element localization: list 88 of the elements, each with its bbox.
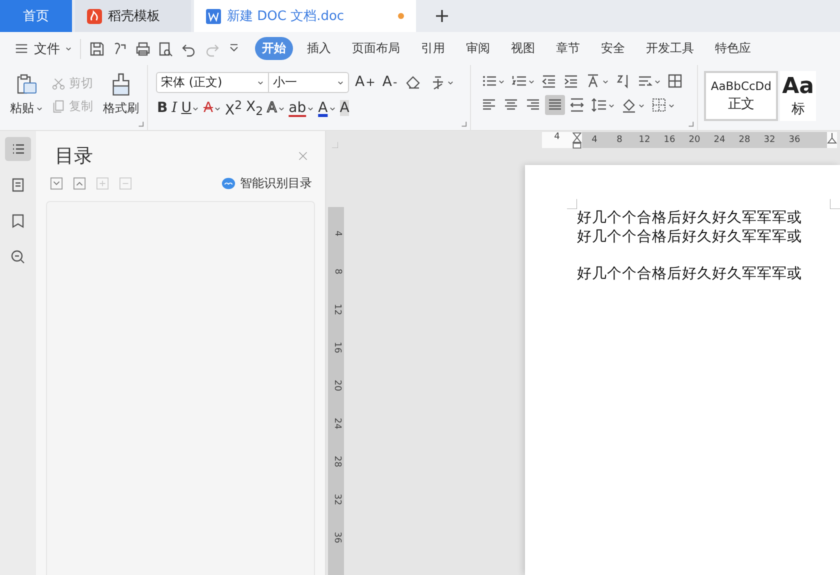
caret-icon bbox=[654, 78, 662, 84]
dialog-launcher-icon bbox=[687, 120, 694, 127]
font-size-field[interactable]: 小一 bbox=[269, 72, 349, 92]
caret-icon bbox=[36, 105, 43, 112]
caret-icon bbox=[668, 102, 676, 108]
increase-indent-icon bbox=[563, 73, 580, 89]
format-button[interactable]: ab bbox=[288, 97, 316, 119]
document-icon bbox=[10, 177, 26, 193]
menu-icon bbox=[14, 41, 29, 56]
format-button[interactable]: A bbox=[202, 97, 222, 119]
format-button[interactable]: B bbox=[156, 97, 169, 119]
sidebar-button[interactable] bbox=[5, 137, 31, 161]
plus-icon bbox=[435, 9, 449, 23]
file-menu[interactable]: 文件 bbox=[14, 40, 72, 58]
horizontal-ruler: 4 4 8 12 16 20 24 28 32 36 bbox=[542, 132, 837, 148]
style-preset[interactable]: Aa 标 bbox=[780, 71, 816, 121]
line-spacing-icon bbox=[591, 97, 608, 113]
tab-stop-icon bbox=[332, 142, 338, 148]
format-button[interactable]: A bbox=[338, 97, 350, 119]
caret-icon bbox=[638, 102, 646, 108]
format-button[interactable]: X$^{2}$ bbox=[224, 97, 244, 119]
ribbon-tab[interactable]: 插入 bbox=[300, 37, 338, 60]
caret-icon bbox=[447, 78, 454, 86]
format-button[interactable]: X$_{2}$ bbox=[245, 97, 264, 119]
caret-icon bbox=[257, 78, 264, 86]
format-button[interactable]: U bbox=[180, 97, 200, 119]
format-button[interactable]: I bbox=[170, 97, 178, 119]
save-icon[interactable] bbox=[89, 40, 105, 56]
distributed-align-icon bbox=[569, 97, 586, 113]
caret-icon bbox=[498, 78, 506, 84]
vertical-ruler: 4 8 12 16 20 24 28 32 36 bbox=[328, 207, 344, 575]
panel-title: 目录 bbox=[55, 144, 93, 169]
scissors-icon bbox=[51, 76, 66, 91]
shading-icon bbox=[621, 97, 638, 113]
align-button[interactable] bbox=[545, 95, 566, 115]
ribbon-tab[interactable]: 引用 bbox=[414, 37, 452, 60]
table-icon bbox=[667, 73, 684, 89]
caret-icon bbox=[278, 104, 285, 112]
ribbon-tab[interactable]: 安全 bbox=[594, 37, 632, 60]
flame-icon bbox=[87, 8, 102, 24]
tab[interactable]: 首页 bbox=[0, 0, 72, 32]
dialog-launcher-icon bbox=[137, 120, 144, 127]
caret-icon bbox=[65, 45, 72, 52]
clear-format-icon bbox=[405, 74, 422, 90]
w-document-icon bbox=[206, 8, 221, 24]
format-button[interactable]: A bbox=[266, 97, 286, 119]
ribbon-tab[interactable]: 页面布局 bbox=[345, 37, 407, 60]
caret-icon bbox=[214, 104, 222, 112]
cloud-icon bbox=[221, 176, 236, 191]
font-name-field[interactable]: 宋体 (正文) bbox=[156, 72, 269, 92]
caret-icon bbox=[192, 104, 200, 112]
ribbon-tab[interactable]: 特色应 bbox=[708, 37, 758, 60]
right-indent-marker-icon bbox=[827, 132, 837, 144]
caret-icon bbox=[608, 102, 616, 108]
bookmark-icon bbox=[10, 213, 26, 229]
expand-icon[interactable] bbox=[50, 177, 63, 190]
paragraph: 好几个个合格后好久好久军军军或 bbox=[577, 209, 803, 228]
caret-icon bbox=[602, 78, 610, 84]
paragraph: 好几个个合格后好久好久军军军或 bbox=[577, 228, 803, 247]
ribbon-tab[interactable]: 视图 bbox=[504, 37, 542, 60]
ribbon-tab[interactable]: 审阅 bbox=[459, 37, 497, 60]
paragraph: 好几个个合格后好久好久军军军或 bbox=[577, 265, 803, 284]
tab[interactable]: 稻壳模板 bbox=[75, 0, 191, 32]
caret-icon bbox=[337, 78, 344, 86]
format-painter-icon[interactable] bbox=[112, 40, 128, 56]
margin-corner-icon bbox=[567, 199, 577, 209]
copy-icon bbox=[51, 99, 66, 114]
ribbon-tab[interactable]: 章节 bbox=[549, 37, 587, 60]
ribbon-tab[interactable]: 开发工具 bbox=[639, 37, 701, 60]
print-icon[interactable] bbox=[135, 40, 151, 56]
bullet-list-icon bbox=[481, 73, 498, 89]
caret-icon bbox=[528, 78, 536, 84]
print-preview-icon[interactable] bbox=[158, 40, 174, 56]
format-button[interactable]: A bbox=[317, 97, 337, 119]
paste-button[interactable]: 粘贴 bbox=[8, 71, 45, 130]
collapse-icon[interactable] bbox=[73, 177, 86, 190]
dialog-launcher-icon bbox=[460, 120, 468, 127]
smart-toc-button[interactable]: 智能识别目录 bbox=[221, 175, 312, 192]
borders-icon bbox=[651, 97, 668, 113]
search-icon bbox=[10, 249, 26, 265]
caret-icon bbox=[307, 104, 314, 112]
style-preset[interactable]: AaBbCcDd 正文 bbox=[704, 71, 778, 121]
close-icon[interactable] bbox=[297, 150, 309, 162]
caret-icon bbox=[328, 104, 336, 112]
decrease-indent-icon bbox=[541, 73, 558, 89]
margin-corner-icon bbox=[830, 199, 840, 209]
format-painter-button[interactable]: 格式刷 bbox=[101, 71, 141, 130]
tab[interactable]: 新建 DOC 文档.doc bbox=[194, 0, 416, 32]
